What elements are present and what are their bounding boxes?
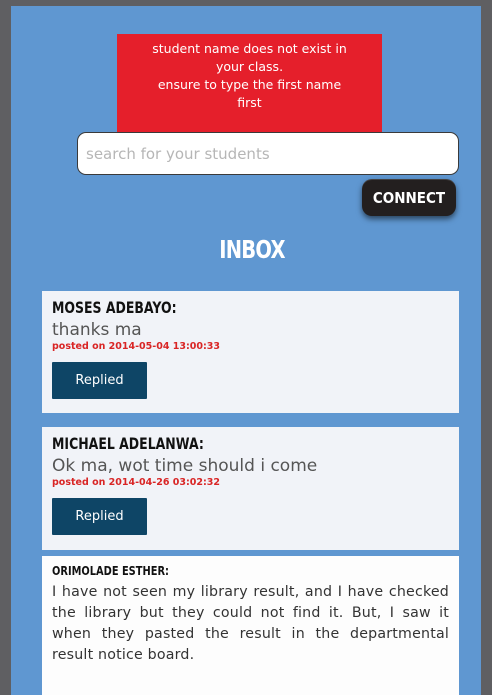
connect-button[interactable]: CONNECT [362, 179, 456, 216]
message-card: MOSES ADEBAYO: thanks ma posted on 2014-… [42, 291, 459, 413]
sender-name: MOSES ADEBAYO: [52, 298, 177, 317]
error-message: student name does not exist in your clas… [117, 34, 382, 138]
message-card: ORIMOLADE ESTHER: I have not seen my lib… [42, 556, 459, 695]
error-line: ensure to type the first name [157, 77, 342, 92]
sender-name: ORIMOLADE ESTHER: [52, 564, 169, 578]
posted-timestamp: posted on 2014-04-26 03:02:32 [52, 477, 221, 488]
search-input[interactable] [77, 132, 459, 175]
error-line: first [237, 95, 262, 110]
message-card: MICHAEL ADELANWA: Ok ma, wot time should… [42, 427, 459, 550]
message-text: thanks ma [52, 320, 142, 340]
inbox-title: INBOX [219, 235, 285, 264]
sender-name: MICHAEL ADELANWA: [52, 434, 204, 453]
replied-button[interactable]: Replied [52, 498, 147, 535]
replied-button[interactable]: Replied [52, 362, 147, 399]
posted-timestamp: posted on 2014-05-04 13:00:33 [52, 341, 221, 352]
error-line: your class. [215, 59, 284, 74]
message-text: I have not seen my library result, and I… [52, 584, 449, 663]
message-text: Ok ma, wot time should i come [52, 456, 318, 476]
app-screen: student name does not exist in your clas… [11, 6, 481, 695]
error-line: student name does not exist in [152, 41, 347, 56]
